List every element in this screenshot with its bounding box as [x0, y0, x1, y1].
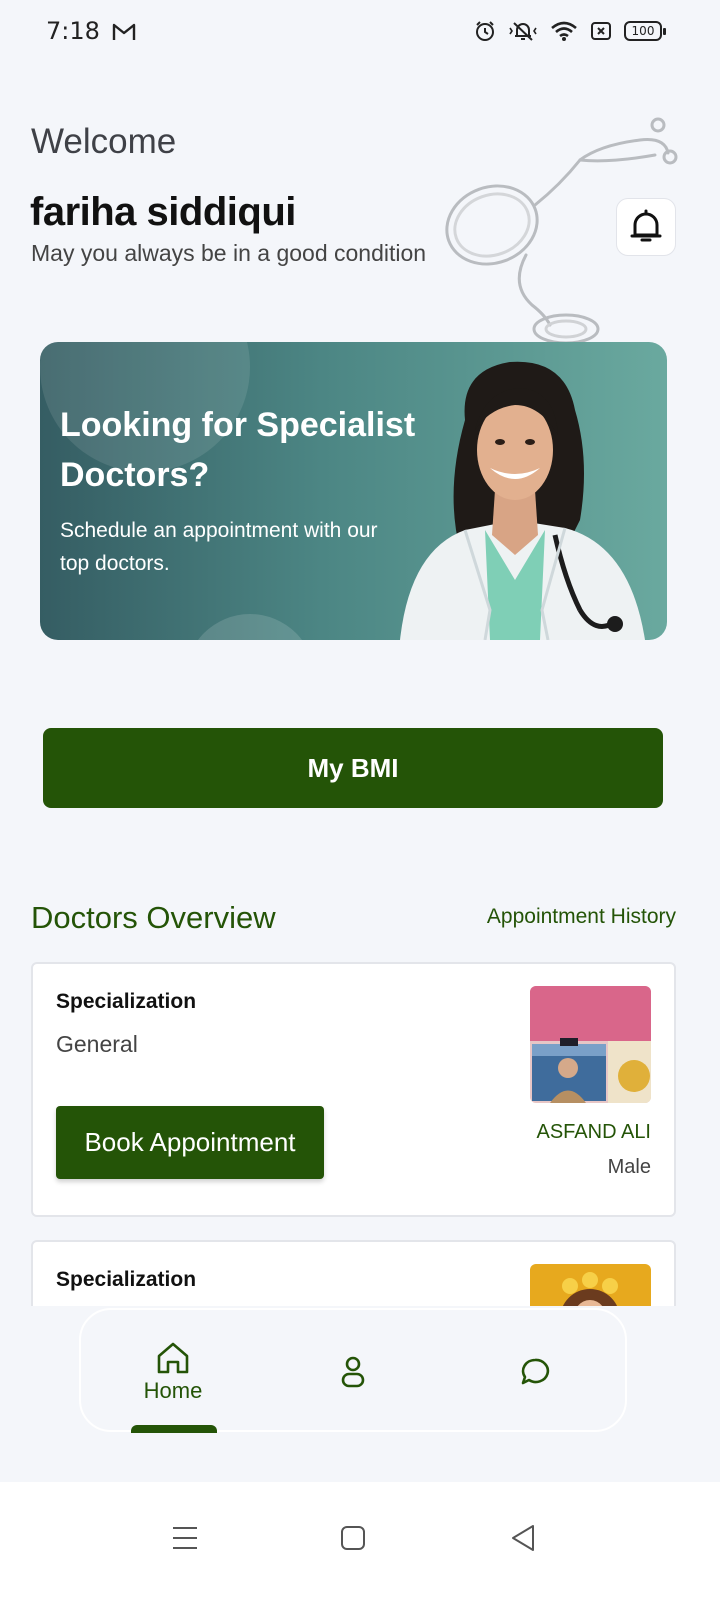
status-icons: 100	[474, 20, 666, 42]
system-navigation-bar	[0, 1482, 720, 1600]
user-name: fariha siddiqui	[30, 190, 296, 234]
home-system-icon[interactable]	[341, 1524, 365, 1552]
banner-decor-circle	[185, 614, 315, 640]
bottom-navigation: Home	[79, 1308, 627, 1432]
greeting-tagline: May you always be in a good condition	[31, 240, 427, 266]
welcome-text: Welcome	[31, 122, 177, 161]
banner-title: Looking for Specialist Doctors?	[60, 406, 416, 494]
specialization-label: Specialization	[56, 990, 197, 1013]
recents-icon[interactable]	[172, 1524, 198, 1552]
specialist-doctors-banner[interactable]: Looking for Specialist Doctors? Schedule…	[40, 342, 667, 640]
book-appointment-button[interactable]: Book Appointment	[56, 1106, 324, 1179]
chat-icon	[521, 1358, 550, 1385]
doctor-photo	[400, 361, 645, 640]
battery-icon: 100	[624, 21, 666, 41]
doctor-name: ASFAND ALI	[536, 1121, 652, 1143]
back-icon[interactable]	[510, 1524, 536, 1552]
sim-x-icon	[591, 22, 611, 40]
specialization-label: Specialization	[56, 1268, 197, 1291]
doctor-thumbnail	[530, 986, 651, 1103]
nav-chat[interactable]	[485, 1310, 585, 1434]
status-bar: 7:18 100	[0, 0, 720, 64]
profile-icon	[341, 1356, 365, 1388]
nav-home[interactable]: Home	[121, 1310, 225, 1434]
bell-icon	[630, 209, 662, 242]
doctors-overview-title: Doctors Overview	[31, 900, 276, 935]
vibrate-icon	[509, 22, 537, 41]
alarm-icon	[476, 21, 494, 41]
specialization-value: General	[56, 1031, 138, 1057]
nav-profile[interactable]	[303, 1310, 403, 1434]
gmail-icon	[112, 23, 136, 40]
status-time: 7:18	[46, 17, 100, 45]
notifications-button[interactable]	[616, 198, 676, 256]
wifi-icon	[551, 21, 577, 41]
nav-home-label: Home	[143, 1378, 203, 1403]
doctor-card: Specialization General Book Appointment …	[31, 962, 676, 1217]
active-tab-indicator	[131, 1425, 217, 1433]
doctor-gender: Male	[607, 1156, 651, 1178]
appointment-history-link[interactable]: Appointment History	[487, 905, 676, 929]
home-icon	[157, 1342, 189, 1374]
my-bmi-button[interactable]: My BMI	[43, 728, 663, 808]
banner-subtitle: Schedule an appointment with our top doc…	[60, 519, 378, 575]
home-screen: 7:18 100 Welcome fariha siddiqui May you…	[0, 0, 720, 1600]
